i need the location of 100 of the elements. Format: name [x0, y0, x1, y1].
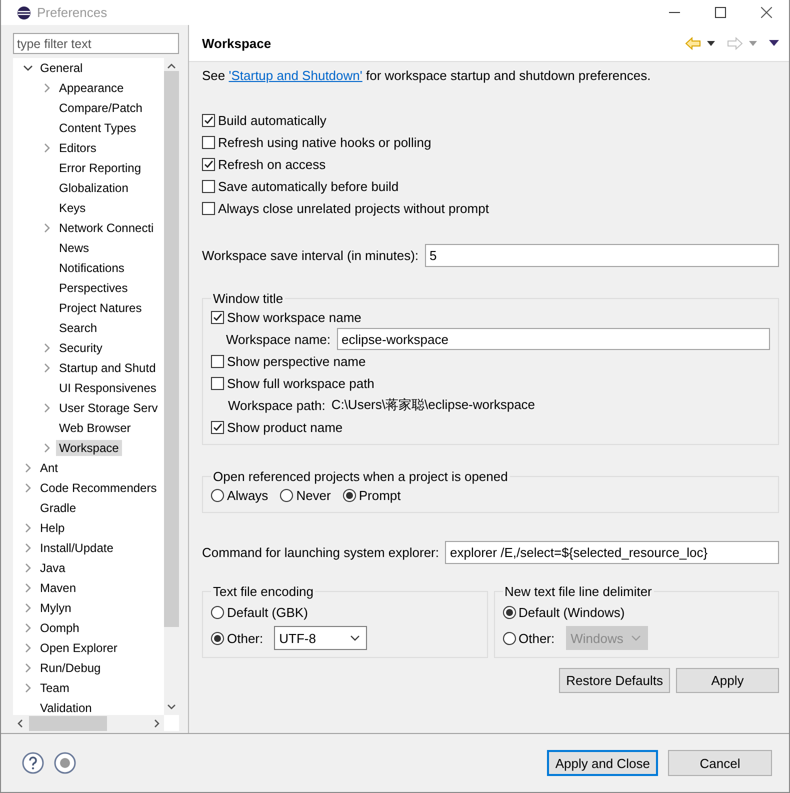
filter-field[interactable]: type filter text	[13, 33, 179, 54]
input-field[interactable]: explorer /E,/select=${selected_resource_loc}	[445, 541, 779, 564]
chevron-down-icon[interactable]	[350, 635, 360, 641]
scroll-down-icon[interactable]	[167, 704, 176, 710]
tree-item[interactable]: Globalization	[56, 180, 132, 196]
radio-label: Other:	[518, 630, 555, 646]
tree-item[interactable]: Startup and Shutd	[56, 360, 159, 376]
tree-item[interactable]: UI Responsivenes	[56, 380, 160, 396]
field-label: Workspace save interval (in minutes):	[202, 248, 419, 263]
tree-item[interactable]: Perspectives	[56, 280, 131, 296]
tree-item[interactable]: Mylyn	[37, 600, 74, 616]
tree-item[interactable]: Notifications	[56, 260, 128, 276]
field-label: Command for launching system explorer:	[202, 545, 439, 560]
checkbox[interactable]	[211, 376, 224, 390]
group-title: Window title	[212, 291, 284, 306]
checkbox[interactable]	[211, 420, 224, 434]
radio-button[interactable]	[342, 488, 356, 502]
radio-button[interactable]	[280, 488, 294, 502]
checkbox[interactable]	[202, 158, 215, 170]
radio-button[interactable]	[502, 606, 516, 618]
input-field[interactable]: 5	[424, 244, 779, 267]
tree-item[interactable]: Search	[56, 320, 100, 336]
scroll-right-icon[interactable]	[154, 718, 160, 728]
tree-item[interactable]: Validation	[37, 700, 95, 715]
group-title: Open referenced projects when a project is opened	[212, 469, 509, 484]
checkbox-label: Refresh using native hooks or polling	[218, 134, 432, 150]
tree-item[interactable]: General	[37, 60, 86, 76]
tree-item[interactable]: Help	[37, 520, 68, 536]
tree-item[interactable]: Project Natures	[56, 300, 145, 316]
checkbox[interactable]	[211, 310, 224, 324]
tree-item[interactable]: Team	[37, 680, 72, 696]
checkbox-label: Build automatically	[218, 112, 326, 128]
checkbox-label: Show product name	[227, 420, 343, 434]
page-button[interactable]: Restore Defaults	[559, 668, 670, 693]
radio-label: Never	[296, 488, 331, 502]
radio-button[interactable]	[211, 488, 224, 502]
tree-item[interactable]: Open Explorer	[37, 640, 120, 656]
radio-label: Default (GBK)	[227, 604, 308, 620]
minimize-icon[interactable]	[668, 12, 680, 13]
view-menu-icon[interactable]	[769, 40, 779, 46]
checkbox-label: Show perspective name	[227, 354, 366, 368]
checkbox-label: Always close unrelated projects without prompt	[218, 200, 489, 216]
checkbox[interactable]	[211, 354, 224, 368]
radio-label: Always	[227, 488, 268, 502]
group-title: Text file encoding	[212, 584, 314, 599]
tree-item[interactable]: Web Browser	[56, 420, 134, 436]
tree-item[interactable]: Gradle	[37, 500, 80, 516]
tree-item[interactable]: User Storage Serv	[56, 400, 161, 416]
dialog-button[interactable]: Cancel	[668, 750, 772, 776]
tree-item[interactable]: Content Types	[56, 120, 140, 136]
checkbox[interactable]	[202, 114, 215, 126]
record-icon[interactable]	[54, 752, 76, 774]
dropdown-icon[interactable]	[707, 40, 715, 46]
field-label: Workspace path:	[228, 398, 326, 412]
tree-item[interactable]: Network Connecti	[56, 220, 157, 236]
tree-item[interactable]: Java	[37, 560, 68, 576]
radio-button[interactable]	[211, 606, 224, 618]
window-title: Preferences	[37, 5, 108, 20]
checkbox[interactable]	[202, 136, 215, 148]
tree-item[interactable]: Editors	[56, 140, 100, 156]
checkbox[interactable]	[202, 180, 215, 192]
tree-item[interactable]: Appearance	[56, 80, 127, 96]
close-icon[interactable]	[760, 7, 772, 18]
radio-label: Default (Windows)	[518, 604, 625, 620]
page-button[interactable]: Apply	[676, 668, 779, 693]
tree-item[interactable]: Keys	[56, 200, 89, 216]
app-logo-icon	[17, 6, 31, 20]
vertical-scrollbar[interactable]	[164, 58, 179, 715]
scroll-up-icon[interactable]	[167, 63, 176, 69]
tree-item[interactable]: Maven	[37, 580, 80, 596]
horizontal-scrollbar[interactable]	[13, 715, 164, 731]
dialog-button[interactable]: Apply and Close	[547, 750, 658, 776]
tree-item[interactable]: Run/Debug	[37, 660, 104, 676]
tree-item[interactable]: Security	[56, 340, 106, 356]
page-title: Workspace	[202, 36, 272, 50]
dropdown[interactable]: UTF-8	[274, 626, 368, 650]
scroll-left-icon[interactable]	[17, 718, 23, 728]
radio-label: Prompt	[358, 488, 401, 502]
tree-item[interactable]: News	[56, 240, 92, 256]
checkbox-label: Save automatically before build	[218, 178, 399, 194]
intro-text: See 'Startup and Shutdown' for workspace startup and shutdown preferences.	[202, 68, 652, 83]
help-icon[interactable]	[22, 752, 44, 774]
startup-link[interactable]: 'Startup and Shutdown'	[228, 68, 362, 83]
tree-item[interactable]: Oomph	[37, 620, 82, 636]
tree-item[interactable]: Workspace	[56, 440, 122, 456]
checkbox[interactable]	[202, 202, 215, 214]
radio-button[interactable]	[211, 632, 224, 644]
checkbox-label: Refresh on access	[218, 156, 326, 172]
radio-button[interactable]	[502, 632, 516, 644]
tree-item[interactable]: Error Reporting	[56, 160, 144, 176]
tree-item[interactable]: Install/Update	[37, 540, 116, 556]
tree-item[interactable]: Code Recommenders	[37, 480, 160, 496]
field-label: Workspace name:	[226, 332, 331, 346]
input-field[interactable]: eclipse-workspace	[336, 328, 770, 350]
path-text: C:\Users\蒋家聪\eclipse-workspace	[331, 396, 536, 414]
tree-item[interactable]: Ant	[37, 460, 62, 476]
checkbox-label: Show workspace name	[227, 310, 362, 324]
checkbox-label: Show full workspace path	[227, 376, 374, 390]
maximize-icon[interactable]	[714, 7, 726, 18]
tree-item[interactable]: Compare/Patch	[56, 100, 146, 116]
